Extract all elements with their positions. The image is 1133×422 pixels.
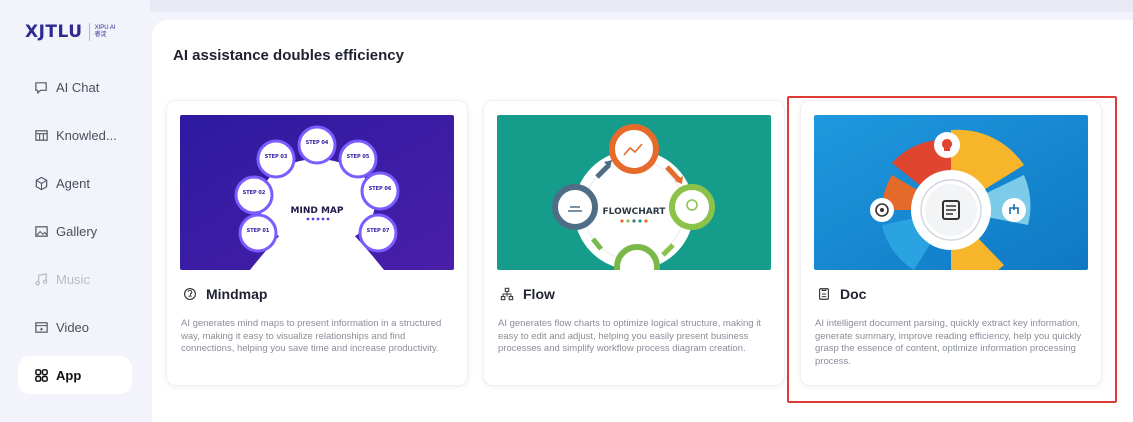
- logo-subtext: XIPU AI 睿淀: [95, 25, 116, 39]
- mindmap-card[interactable]: STEP 01 STEP 02 STEP 03 STEP 04 STEP 05 …: [166, 100, 468, 386]
- agent-icon: [32, 174, 50, 192]
- main-content: AI assistance doubles efficiency STEP 01…: [152, 20, 1133, 422]
- app-grid-icon: [32, 366, 50, 384]
- flow-icon: [499, 286, 515, 302]
- sidebar-item-gallery[interactable]: Gallery: [18, 212, 132, 250]
- doc-card-description: AI intelligent document parsing, quickly…: [815, 318, 1082, 367]
- section-title: AI assistance doubles efficiency: [173, 47, 404, 64]
- flow-card[interactable]: FLOWCHART Flow AI generates flow charts …: [483, 100, 785, 386]
- mindmap-icon: [182, 286, 198, 302]
- doc-icon: [816, 286, 832, 302]
- sidebar-item-music[interactable]: Music: [18, 260, 132, 298]
- logo-text: XJTLU: [25, 22, 83, 42]
- doc-thumbnail: [814, 115, 1088, 270]
- logo-sub-bottom: 睿淀: [94, 32, 107, 38]
- mindmap-card-description: AI generates mind maps to present inform…: [181, 318, 442, 355]
- app-window: XJTLU XIPU AI 睿淀 AI Chat Knowled... Agen…: [0, 0, 1133, 422]
- mindmap-step-label: STEP 01: [247, 228, 270, 234]
- sidebar-item-label: Knowled...: [56, 127, 117, 143]
- doc-card[interactable]: Doc AI intelligent document parsing, qui…: [800, 100, 1102, 386]
- gallery-icon: [32, 222, 50, 240]
- mindmap-step-label: STEP 05: [347, 154, 370, 160]
- sidebar-item-label: Music: [56, 271, 90, 287]
- mindmap-step-label: STEP 02: [243, 190, 266, 196]
- flow-card-description: AI generates flow charts to optimize log…: [498, 318, 761, 355]
- sidebar-item-label: Gallery: [56, 223, 98, 239]
- flow-thumbnail: FLOWCHART: [497, 115, 771, 270]
- card-title-text: Mindmap: [206, 286, 268, 302]
- card-title-text: Doc: [840, 286, 867, 302]
- knowledge-icon: [32, 126, 50, 144]
- card-title-text: Flow: [523, 286, 555, 302]
- sidebar-item-app[interactable]: App: [18, 356, 132, 394]
- mindmap-step-label: STEP 03: [265, 154, 288, 160]
- flow-image-label: FLOWCHART: [603, 207, 667, 217]
- flow-card-title: Flow: [499, 286, 555, 302]
- mindmap-image-label: MIND MAP: [291, 206, 344, 216]
- logo-divider: [88, 23, 90, 41]
- mindmap-step-label: STEP 04: [306, 140, 329, 146]
- sidebar-nav: AI Chat Knowled... Agent Gallery Music V…: [18, 68, 132, 404]
- sidebar-item-label: AI Chat: [56, 79, 100, 95]
- video-icon: [32, 318, 50, 336]
- chat-icon: [32, 78, 50, 96]
- mindmap-step-label: STEP 06: [369, 186, 392, 192]
- sidebar-item-ai-chat[interactable]: AI Chat: [18, 68, 132, 106]
- brand-logo[interactable]: XJTLU XIPU AI 睿淀: [25, 22, 116, 42]
- mindmap-thumbnail: STEP 01 STEP 02 STEP 03 STEP 04 STEP 05 …: [180, 115, 454, 270]
- music-icon: [32, 270, 50, 288]
- mindmap-step-label: STEP 07: [367, 228, 390, 234]
- mindmap-card-title: Mindmap: [182, 286, 267, 302]
- sidebar-item-label: App: [56, 367, 82, 383]
- top-bar: [150, 0, 1133, 12]
- sidebar-item-agent[interactable]: Agent: [18, 164, 132, 202]
- logo-sub-top: XIPU AI: [94, 25, 116, 31]
- sidebar: XJTLU XIPU AI 睿淀 AI Chat Knowled... Agen…: [0, 0, 145, 422]
- sidebar-item-label: Agent: [56, 175, 90, 191]
- sidebar-item-knowledge[interactable]: Knowled...: [18, 116, 132, 154]
- sidebar-item-label: Video: [56, 319, 90, 335]
- doc-card-title: Doc: [816, 286, 866, 302]
- sidebar-item-video[interactable]: Video: [18, 308, 132, 346]
